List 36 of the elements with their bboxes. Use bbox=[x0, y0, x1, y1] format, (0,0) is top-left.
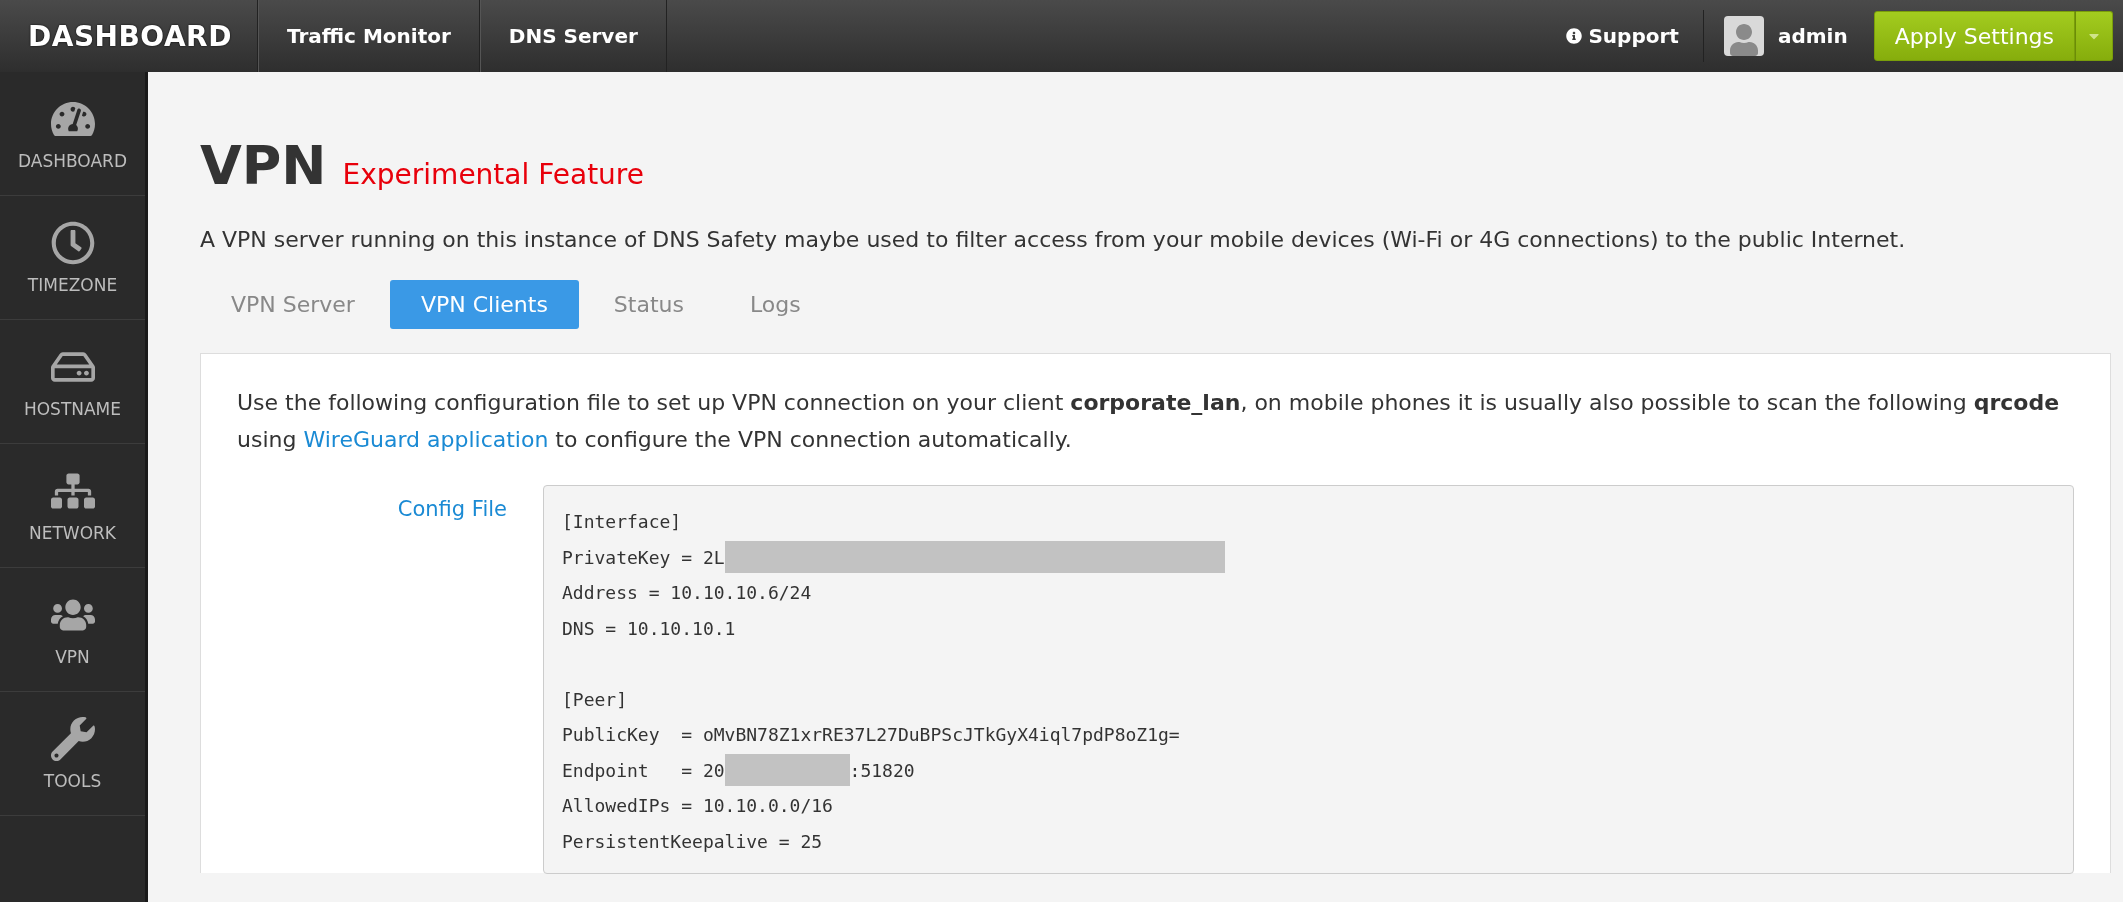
sidebar-item[interactable]: VPN bbox=[0, 568, 145, 692]
config-text: [Peer] bbox=[562, 688, 628, 710]
config-text: [Interface] bbox=[562, 511, 682, 533]
page-description: A VPN server running on this instance of DNS Safety maybe used to filter access from your mobile devices (Wi-Fi or 4G connections) to the public Internet. bbox=[200, 227, 1907, 252]
config-text: Endpoint = 20 bbox=[562, 759, 725, 781]
info-icon bbox=[1566, 28, 1583, 44]
clock-icon bbox=[50, 220, 95, 265]
support-link[interactable]: Support bbox=[1542, 0, 1703, 72]
wireguard-link[interactable]: WireGuard application bbox=[303, 427, 549, 453]
sidebar-item[interactable]: NETWORK bbox=[0, 444, 145, 568]
config-text: :51820 bbox=[849, 759, 915, 781]
sidebar-item[interactable]: HOSTNAME bbox=[0, 320, 145, 444]
sidebar-label: TOOLS bbox=[43, 770, 102, 791]
intro-text: Use the following configuration file to set up VPN connection on your client corporate_lan, on mobile phones it is usually also possible to scan the following qrcode using WireGuard application to configure the VPN connection automatically. bbox=[237, 389, 2061, 455]
config-text: Address = 10.10.10.6/24 bbox=[562, 582, 812, 604]
config-text: AllowedIPs = 10.10.0.0/16 bbox=[562, 795, 833, 817]
sidebar-label: VPN bbox=[55, 646, 90, 667]
sidebar-label: DASHBOARD bbox=[18, 150, 127, 171]
config-text: PersistentKeepalive = 25 bbox=[562, 830, 823, 852]
config-label: Config File bbox=[396, 495, 507, 523]
avatar-icon[interactable] bbox=[1723, 16, 1764, 56]
sidebar-label: HOSTNAME bbox=[23, 398, 122, 419]
sidebar-item[interactable]: TOOLS bbox=[0, 692, 145, 816]
sidebar-label: TIMEZONE bbox=[27, 274, 118, 295]
wrench-icon bbox=[50, 716, 95, 761]
experimental-label: Experimental Feature bbox=[342, 158, 644, 191]
sidebar-item[interactable]: DASHBOARD bbox=[0, 72, 145, 196]
page-title: VPN bbox=[200, 134, 327, 197]
nav-link[interactable]: Traffic Monitor bbox=[258, 0, 480, 72]
config-text: PublicKey = oMvBN78Z1xrRE37L27DuBPScJTkGyX4iql7pdP8oZ1g= bbox=[562, 724, 1180, 746]
user-name[interactable]: admin bbox=[1777, 24, 1848, 48]
config-text: DNS = 10.10.10.1 bbox=[562, 617, 736, 639]
sidebar-label: NETWORK bbox=[29, 522, 116, 543]
config-text: PrivateKey = 2L bbox=[562, 546, 725, 568]
sidebar-item[interactable]: TIMEZONE bbox=[0, 196, 145, 320]
nav-link[interactable]: DNS Server bbox=[479, 0, 667, 72]
